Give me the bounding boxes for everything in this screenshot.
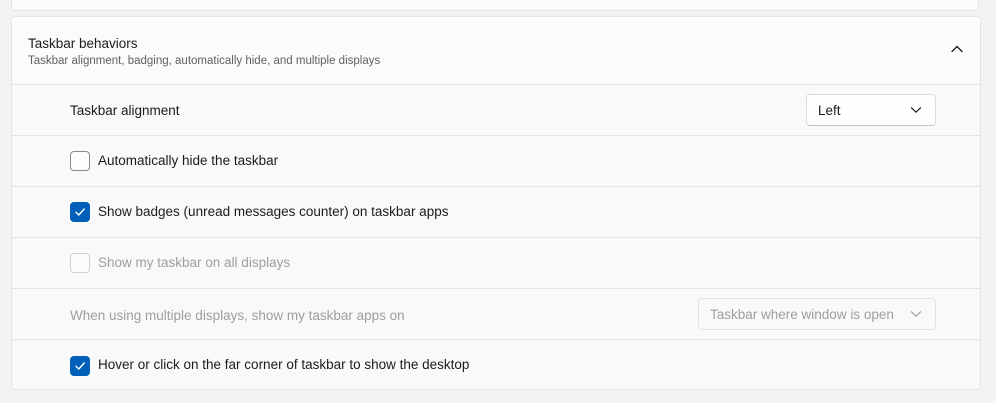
multi-display-apps-value: Taskbar where window is open xyxy=(710,307,894,322)
chevron-up-icon[interactable] xyxy=(950,44,964,54)
auto-hide-row: Automatically hide the taskbar xyxy=(12,136,980,187)
badges-label[interactable]: Show badges (unread messages counter) on… xyxy=(98,204,448,219)
section-title: Taskbar behaviors xyxy=(28,36,138,51)
checkmark-icon xyxy=(75,208,85,216)
taskbar-alignment-value: Left xyxy=(818,103,841,118)
auto-hide-label[interactable]: Automatically hide the taskbar xyxy=(98,153,278,168)
badges-checkbox[interactable] xyxy=(70,202,90,222)
taskbar-alignment-dropdown[interactable]: Left xyxy=(806,94,936,126)
multi-display-apps-label: When using multiple displays, show my ta… xyxy=(70,308,405,323)
show-desktop-checkbox[interactable] xyxy=(70,356,90,376)
section-subtitle: Taskbar alignment, badging, automaticall… xyxy=(28,55,381,67)
all-displays-row: Show my taskbar on all displays xyxy=(12,238,980,289)
show-desktop-label[interactable]: Hover or click on the far corner of task… xyxy=(98,357,469,372)
checkmark-icon xyxy=(75,362,85,370)
all-displays-label[interactable]: Show my taskbar on all displays xyxy=(98,255,290,270)
chevron-down-icon xyxy=(910,107,922,113)
taskbar-alignment-row: Taskbar alignment Left xyxy=(12,85,980,136)
previous-settings-card xyxy=(11,0,979,11)
chevron-down-icon xyxy=(910,311,922,317)
taskbar-behaviors-expander: Taskbar behaviors Taskbar alignment, bad… xyxy=(11,16,981,390)
badges-row: Show badges (unread messages counter) on… xyxy=(12,187,980,238)
auto-hide-checkbox[interactable] xyxy=(70,151,90,171)
all-displays-checkbox[interactable] xyxy=(70,253,90,273)
multi-display-apps-row: When using multiple displays, show my ta… xyxy=(12,289,980,340)
show-desktop-row: Hover or click on the far corner of task… xyxy=(12,340,980,389)
taskbar-alignment-label: Taskbar alignment xyxy=(70,103,180,118)
multi-display-apps-dropdown[interactable]: Taskbar where window is open xyxy=(698,298,936,330)
taskbar-behaviors-header[interactable]: Taskbar behaviors Taskbar alignment, bad… xyxy=(12,17,980,85)
